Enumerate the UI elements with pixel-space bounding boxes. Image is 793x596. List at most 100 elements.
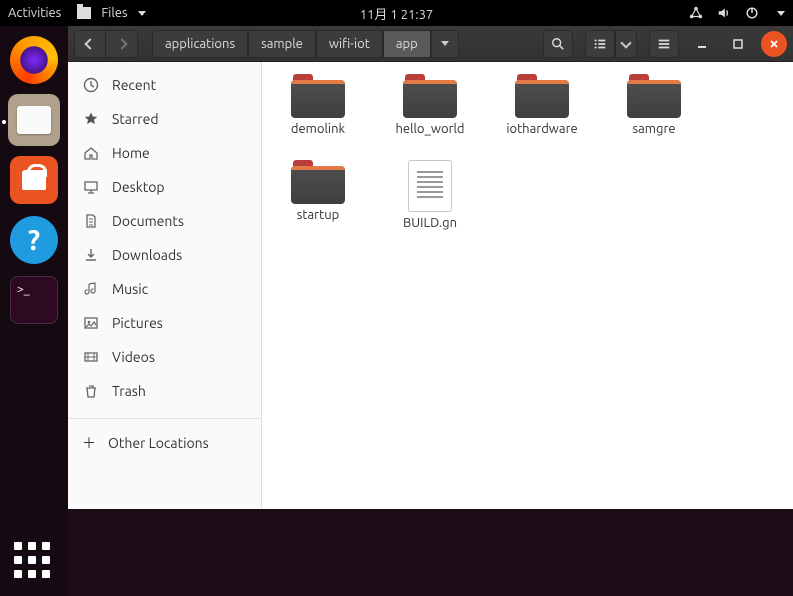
list-view-button[interactable]	[585, 30, 615, 58]
music-icon	[82, 280, 100, 298]
top-panel: Activities Files 11月 1 21:37	[0, 0, 793, 26]
minimize-icon	[696, 38, 708, 50]
files-icon	[17, 106, 51, 134]
search-icon	[551, 37, 565, 51]
close-icon	[768, 38, 780, 50]
sidebar-item-home[interactable]: Home	[68, 136, 261, 170]
sidebar-item-downloads[interactable]: Downloads	[68, 238, 261, 272]
back-button[interactable]	[74, 30, 106, 58]
nautilus-window: applications sample wifi-iot app Recent S…	[68, 26, 793, 509]
firefox-icon	[10, 36, 58, 84]
sidebar-item-label: Home	[112, 145, 150, 161]
sidebar-item-documents[interactable]: Documents	[68, 204, 261, 238]
path-segment-3[interactable]: app	[383, 30, 431, 58]
app-menu-label: Files	[101, 6, 127, 20]
documents-icon	[82, 212, 100, 230]
file-item[interactable]: BUILD.gn	[386, 160, 474, 248]
dock-software[interactable]	[8, 154, 60, 206]
item-label: startup	[297, 208, 339, 240]
trash-icon	[82, 382, 100, 400]
terminal-icon: >_	[10, 276, 58, 324]
minimize-button[interactable]	[689, 31, 715, 57]
sidebar-item-label: Videos	[112, 349, 155, 365]
sidebar-item-label: Documents	[112, 213, 184, 229]
sidebar-item-label: Pictures	[112, 315, 163, 331]
list-icon	[593, 37, 607, 51]
item-label: samgre	[632, 122, 675, 154]
clock-icon	[82, 76, 100, 94]
sidebar-item-recent[interactable]: Recent	[68, 68, 261, 102]
desktop-icon	[82, 178, 100, 196]
other-locations[interactable]: ＋ Other Locations	[68, 423, 261, 463]
dock-firefox[interactable]	[8, 34, 60, 86]
folder-item[interactable]: samgre	[610, 74, 698, 154]
sidebar-item-starred[interactable]: Starred	[68, 102, 261, 136]
videos-icon	[82, 348, 100, 366]
chevron-right-icon	[116, 38, 127, 49]
power-icon[interactable]	[745, 6, 759, 20]
sidebar-item-label: Downloads	[112, 247, 182, 263]
item-label: demolink	[291, 122, 345, 154]
path-segment-2[interactable]: wifi-iot	[316, 30, 383, 58]
icon-view[interactable]: demolink hello_world iothardware samgre star…	[262, 62, 793, 509]
show-applications-button[interactable]	[14, 542, 54, 582]
downloads-icon	[82, 246, 100, 264]
folder-icon	[291, 160, 345, 204]
activities-button[interactable]: Activities	[8, 6, 61, 20]
sidebar-item-videos[interactable]: Videos	[68, 340, 261, 374]
chevron-down-icon[interactable]	[777, 11, 785, 16]
places-sidebar: Recent Starred Home Desktop Documents Downloa…	[68, 62, 262, 509]
shopping-bag-icon	[22, 170, 46, 190]
search-button[interactable]	[543, 30, 573, 58]
sidebar-item-label: Music	[112, 281, 148, 297]
folder-item[interactable]: startup	[274, 160, 362, 248]
item-label: hello_world	[395, 122, 464, 154]
sidebar-item-label: Desktop	[112, 179, 165, 195]
chevron-down-icon	[620, 37, 631, 48]
folder-item[interactable]: hello_world	[386, 74, 474, 154]
separator	[68, 418, 261, 419]
folder-item[interactable]: iothardware	[498, 74, 586, 154]
item-label: BUILD.gn	[403, 216, 457, 248]
help-icon: ?	[10, 216, 58, 264]
other-locations-label: Other Locations	[108, 435, 209, 451]
text-file-icon	[408, 160, 452, 212]
sidebar-item-label: Starred	[112, 111, 159, 127]
maximize-button[interactable]	[725, 31, 751, 57]
nav-buttons	[74, 30, 138, 58]
maximize-icon	[732, 38, 744, 50]
sidebar-item-desktop[interactable]: Desktop	[68, 170, 261, 204]
folder-icon	[627, 74, 681, 118]
network-icon[interactable]	[689, 6, 703, 20]
hamburger-icon	[657, 37, 671, 51]
hamburger-menu-button[interactable]	[649, 30, 679, 58]
star-icon	[82, 110, 100, 128]
sidebar-item-pictures[interactable]: Pictures	[68, 306, 261, 340]
folder-icon	[515, 74, 569, 118]
dock-terminal[interactable]: >_	[8, 274, 60, 326]
close-button[interactable]	[761, 31, 787, 57]
dock-help[interactable]: ?	[8, 214, 60, 266]
sidebar-item-label: Recent	[112, 77, 156, 93]
volume-icon[interactable]	[717, 6, 731, 20]
sidebar-item-trash[interactable]: Trash	[68, 374, 261, 408]
chevron-down-icon	[138, 11, 146, 16]
sidebar-item-label: Trash	[112, 383, 146, 399]
chevron-down-icon	[441, 41, 449, 46]
path-dropdown[interactable]	[431, 30, 459, 58]
forward-button[interactable]	[106, 30, 138, 58]
dock: ? >_	[0, 26, 68, 596]
dock-files[interactable]	[8, 94, 60, 146]
folder-icon	[403, 74, 457, 118]
folder-item[interactable]: demolink	[274, 74, 362, 154]
home-icon	[82, 144, 100, 162]
path-segment-1[interactable]: sample	[248, 30, 316, 58]
path-segment-0[interactable]: applications	[152, 30, 248, 58]
sidebar-item-music[interactable]: Music	[68, 272, 261, 306]
clock[interactable]: 11月 1 21:37	[360, 4, 433, 23]
view-controls	[585, 30, 637, 58]
view-options-button[interactable]	[615, 30, 637, 58]
headerbar: applications sample wifi-iot app	[68, 26, 793, 62]
app-menu[interactable]: Files	[77, 6, 145, 20]
folder-icon	[291, 74, 345, 118]
